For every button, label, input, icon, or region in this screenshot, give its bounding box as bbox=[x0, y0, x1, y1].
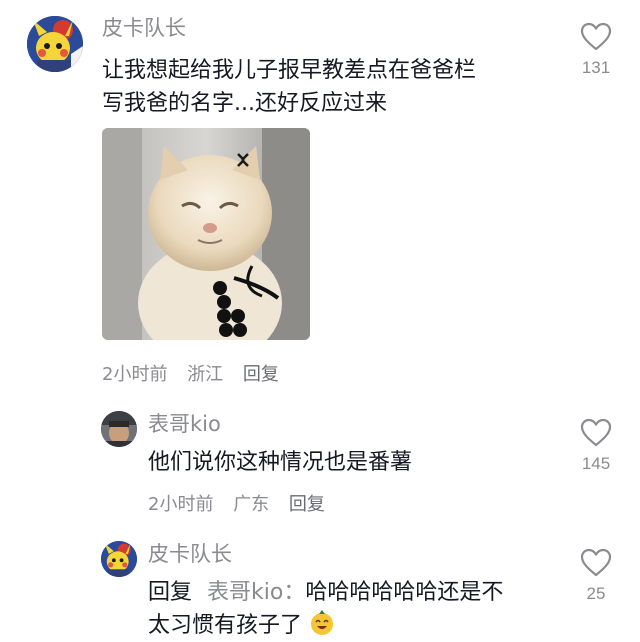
avatar[interactable] bbox=[101, 411, 137, 447]
avatar[interactable] bbox=[27, 16, 83, 72]
like-button[interactable]: 131 bbox=[566, 22, 626, 78]
heart-icon bbox=[580, 418, 612, 447]
username[interactable]: 皮卡队长 bbox=[102, 14, 186, 42]
comment-text-line: 写我爸的名字...还好反应过来 bbox=[102, 91, 387, 116]
reply-button[interactable]: 回复 bbox=[243, 364, 279, 385]
reply-prefix: 回复 bbox=[148, 580, 193, 605]
comment-item: 表哥kio 他们说你这种情况也是番薯 2小时前 广东 回复 145 bbox=[0, 400, 640, 530]
comment-meta: 2小时前 浙江 回复 bbox=[102, 360, 293, 386]
comment-location: 浙江 bbox=[187, 364, 224, 385]
pikachu-avatar-icon bbox=[101, 541, 137, 577]
like-count: 131 bbox=[581, 58, 611, 77]
comment-item: 皮卡队长 让我想起给我儿子报早教差点在爸爸栏 写我爸的名字...还好反应过来 2… bbox=[0, 0, 640, 400]
comment-text: 他们说你这种情况也是番薯 bbox=[148, 450, 413, 475]
user-avatar-icon bbox=[101, 411, 137, 447]
comment-text: 让我想起给我儿子报早教差点在爸爸栏 写我爸的名字...还好反应过来 bbox=[102, 54, 562, 120]
comment-text-line-2: 太习惯有孩子了 bbox=[148, 613, 303, 638]
comment-image[interactable] bbox=[102, 128, 310, 340]
comment-text-line: 让我想起给我儿子报早教差点在爸爸栏 bbox=[102, 58, 477, 83]
heart-icon bbox=[580, 548, 612, 577]
comment-text: 回复 表哥kio：哈哈哈哈哈哈还是不 太习惯有孩子了 bbox=[148, 576, 558, 642]
reply-to-user[interactable]: 表哥kio： bbox=[207, 580, 305, 605]
comment-location: 广东 bbox=[233, 494, 270, 515]
like-count: 145 bbox=[581, 454, 611, 473]
like-button[interactable]: 145 bbox=[566, 418, 626, 474]
comment-text-line: 回复 表哥kio：哈哈哈哈哈哈还是不 bbox=[148, 576, 558, 609]
avatar[interactable] bbox=[101, 541, 137, 577]
comment-time: 2小时前 bbox=[102, 364, 168, 385]
laughing-emoji-icon bbox=[311, 610, 334, 635]
comment-text-line-1: 哈哈哈哈哈哈还是不 bbox=[305, 580, 504, 605]
like-button[interactable]: 25 bbox=[566, 548, 626, 604]
pikachu-avatar-icon bbox=[27, 16, 83, 72]
like-count: 25 bbox=[586, 584, 606, 603]
comment-time: 2小时前 bbox=[148, 494, 214, 515]
heart-icon bbox=[580, 22, 612, 51]
reply-button[interactable]: 回复 bbox=[289, 494, 325, 515]
comment-meta: 2小时前 广东 回复 bbox=[148, 490, 339, 516]
cat-meme-image bbox=[102, 128, 310, 340]
comment-text-line: 太习惯有孩子了 bbox=[148, 609, 558, 642]
username[interactable]: 表哥kio bbox=[148, 410, 221, 438]
comment-item: 皮卡队长 回复 表哥kio：哈哈哈哈哈哈还是不 太习惯有孩子了 25 bbox=[0, 530, 640, 638]
username[interactable]: 皮卡队长 bbox=[148, 540, 232, 568]
